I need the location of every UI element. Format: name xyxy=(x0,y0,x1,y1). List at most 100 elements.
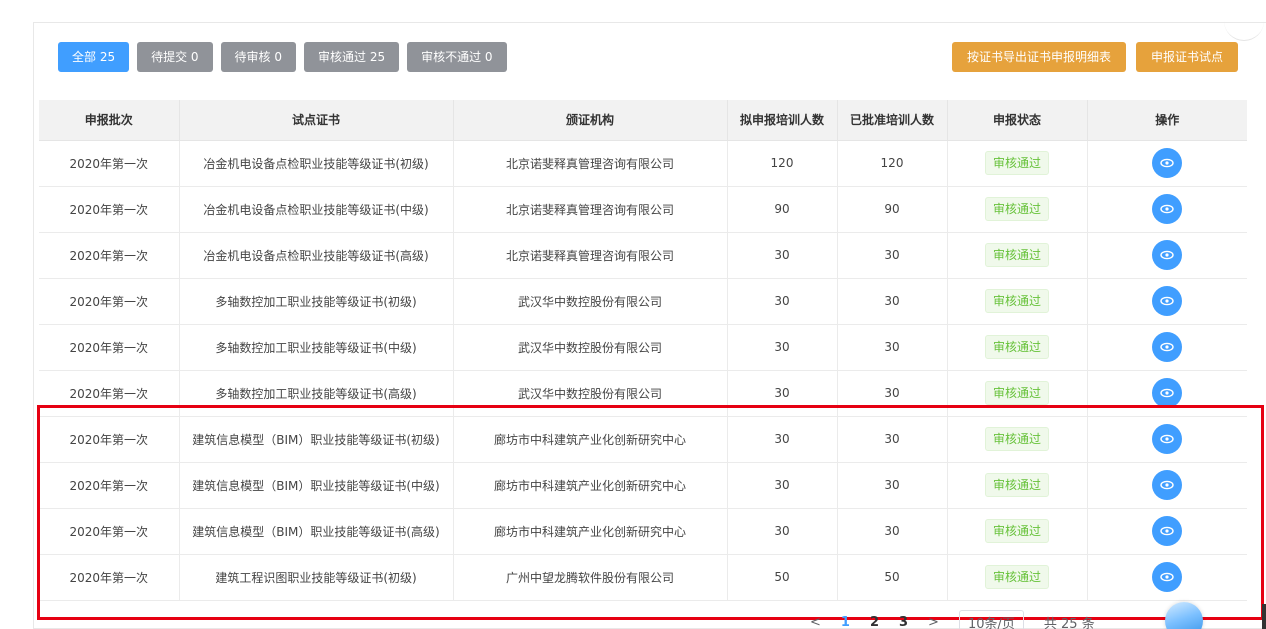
column-header-status: 申报状态 xyxy=(947,100,1088,141)
eye-icon xyxy=(1160,158,1174,168)
cell-planned: 30 xyxy=(727,232,838,279)
eye-icon xyxy=(1160,480,1174,490)
cell-planned: 30 xyxy=(727,462,838,509)
cell-actions xyxy=(1087,278,1247,325)
cell-approved: 30 xyxy=(837,278,948,325)
apply-certificate-button[interactable]: 申报证书试点 xyxy=(1135,42,1238,72)
cell-status: 审核通过 xyxy=(947,416,1088,463)
cell-approved: 30 xyxy=(837,508,948,555)
table-row: 2020年第一次 建筑信息模型（BIM）职业技能等级证书(中级) 廊坊市中科建筑产业… xyxy=(39,462,1247,509)
cell-status: 审核通过 xyxy=(947,278,1088,325)
cell-approved: 30 xyxy=(837,232,948,279)
page-size-select[interactable]: 10条/页 xyxy=(958,609,1024,629)
filter-pending-review-button[interactable]: 待审核 0 xyxy=(220,42,296,72)
status-badge: 审核通过 xyxy=(984,289,1049,313)
eye-icon xyxy=(1160,342,1174,352)
view-button[interactable] xyxy=(1152,378,1183,408)
table-header-row: 申报批次 试点证书 颁证机构 拟申报培训人数 已批准培训人数 申报状态 操作 xyxy=(39,100,1247,141)
eye-icon xyxy=(1160,204,1174,214)
cell-certificate: 冶金机电设备点检职业技能等级证书(高级) xyxy=(179,232,454,279)
cell-status: 审核通过 xyxy=(947,324,1088,371)
view-button[interactable] xyxy=(1152,148,1183,178)
view-button[interactable] xyxy=(1152,286,1183,316)
status-badge: 审核通过 xyxy=(984,151,1049,175)
cell-approved: 30 xyxy=(837,416,948,463)
cell-issuer: 北京诺斐释真管理咨询有限公司 xyxy=(453,232,728,279)
cell-status: 审核通过 xyxy=(947,508,1088,555)
eye-icon xyxy=(1160,296,1174,306)
filter-pending-submit-button[interactable]: 待提交 0 xyxy=(137,42,213,72)
status-badge: 审核通过 xyxy=(984,427,1049,451)
cell-batch: 2020年第一次 xyxy=(39,462,180,509)
table-row: 2020年第一次 冶金机电设备点检职业技能等级证书(中级) 北京诺斐释真管理咨询有限… xyxy=(39,186,1247,233)
cell-status: 审核通过 xyxy=(947,554,1088,601)
eye-icon xyxy=(1160,434,1174,444)
cell-certificate: 冶金机电设备点检职业技能等级证书(初级) xyxy=(179,140,454,187)
view-button[interactable] xyxy=(1152,516,1183,546)
status-filter-bar: 全部 25 待提交 0 待审核 0 审核通过 25 审核不通过 0 xyxy=(58,42,507,72)
prev-page-button[interactable]: < xyxy=(810,615,821,629)
view-button[interactable] xyxy=(1152,470,1183,500)
view-button[interactable] xyxy=(1152,562,1183,592)
eye-icon xyxy=(1160,388,1174,398)
eye-icon xyxy=(1160,572,1174,582)
cell-batch: 2020年第一次 xyxy=(39,278,180,325)
cell-planned: 90 xyxy=(727,186,838,233)
cell-issuer: 北京诺斐释真管理咨询有限公司 xyxy=(453,140,728,187)
page-3-button[interactable]: 3 xyxy=(899,615,908,629)
column-header-batch: 申报批次 xyxy=(39,100,180,141)
page-1-button[interactable]: 1 xyxy=(841,615,850,629)
cell-batch: 2020年第一次 xyxy=(39,140,180,187)
cell-planned: 50 xyxy=(727,554,838,601)
filter-all-button[interactable]: 全部 25 xyxy=(58,42,130,72)
cell-actions xyxy=(1087,554,1247,601)
cell-actions xyxy=(1087,232,1247,279)
cell-approved: 120 xyxy=(837,140,948,187)
next-page-button[interactable]: > xyxy=(928,615,939,629)
cell-issuer: 廊坊市中科建筑产业化创新研究中心 xyxy=(453,508,728,555)
table-row: 2020年第一次 冶金机电设备点检职业技能等级证书(高级) 北京诺斐释真管理咨询有限… xyxy=(39,232,1247,279)
cell-planned: 30 xyxy=(727,324,838,371)
eye-icon xyxy=(1160,526,1174,536)
decorative-arc xyxy=(1224,17,1264,41)
column-header-actions: 操作 xyxy=(1087,100,1247,141)
cell-certificate: 多轴数控加工职业技能等级证书(初级) xyxy=(179,278,454,325)
pagination: < 1 2 3 > 10条/页 共 25 条 xyxy=(810,609,1095,629)
export-details-button[interactable]: 按证书导出证书申报明细表 xyxy=(951,42,1126,72)
table-row: 2020年第一次 建筑工程识图职业技能等级证书(初级) 广州中望龙腾软件股份有限公司… xyxy=(39,554,1247,601)
cell-issuer: 廊坊市中科建筑产业化创新研究中心 xyxy=(453,416,728,463)
total-count: 共 25 条 xyxy=(1043,616,1095,629)
status-badge: 审核通过 xyxy=(984,473,1049,497)
cell-certificate: 建筑信息模型（BIM）职业技能等级证书(初级) xyxy=(179,416,454,463)
cell-actions xyxy=(1087,416,1247,463)
view-button[interactable] xyxy=(1152,194,1183,224)
cell-planned: 30 xyxy=(727,508,838,555)
cell-certificate: 建筑工程识图职业技能等级证书(初级) xyxy=(179,554,454,601)
cell-actions xyxy=(1087,370,1247,417)
cell-actions xyxy=(1087,462,1247,509)
filter-approved-button[interactable]: 审核通过 25 xyxy=(304,42,400,72)
filter-rejected-button[interactable]: 审核不通过 0 xyxy=(407,42,507,72)
page-2-button[interactable]: 2 xyxy=(870,615,879,629)
cell-issuer: 武汉华中数控股份有限公司 xyxy=(453,324,728,371)
cell-approved: 30 xyxy=(837,370,948,417)
cell-status: 审核通过 xyxy=(947,140,1088,187)
cell-approved: 30 xyxy=(837,324,948,371)
edge-strip xyxy=(1262,604,1266,629)
view-button[interactable] xyxy=(1152,424,1183,454)
table-row: 2020年第一次 多轴数控加工职业技能等级证书(中级) 武汉华中数控股份有限公司 30… xyxy=(39,324,1247,371)
cell-planned: 30 xyxy=(727,370,838,417)
cell-issuer: 广州中望龙腾软件股份有限公司 xyxy=(453,554,728,601)
cell-status: 审核通过 xyxy=(947,462,1088,509)
status-badge: 审核通过 xyxy=(984,243,1049,267)
cell-certificate: 建筑信息模型（BIM）职业技能等级证书(中级) xyxy=(179,462,454,509)
cell-certificate: 冶金机电设备点检职业技能等级证书(中级) xyxy=(179,186,454,233)
view-button[interactable] xyxy=(1152,332,1183,362)
cell-status: 审核通过 xyxy=(947,370,1088,417)
cell-batch: 2020年第一次 xyxy=(39,186,180,233)
column-header-approved: 已批准培训人数 xyxy=(837,100,948,141)
view-button[interactable] xyxy=(1152,240,1183,270)
status-badge: 审核通过 xyxy=(984,197,1049,221)
status-badge: 审核通过 xyxy=(984,519,1049,543)
cell-actions xyxy=(1087,324,1247,371)
